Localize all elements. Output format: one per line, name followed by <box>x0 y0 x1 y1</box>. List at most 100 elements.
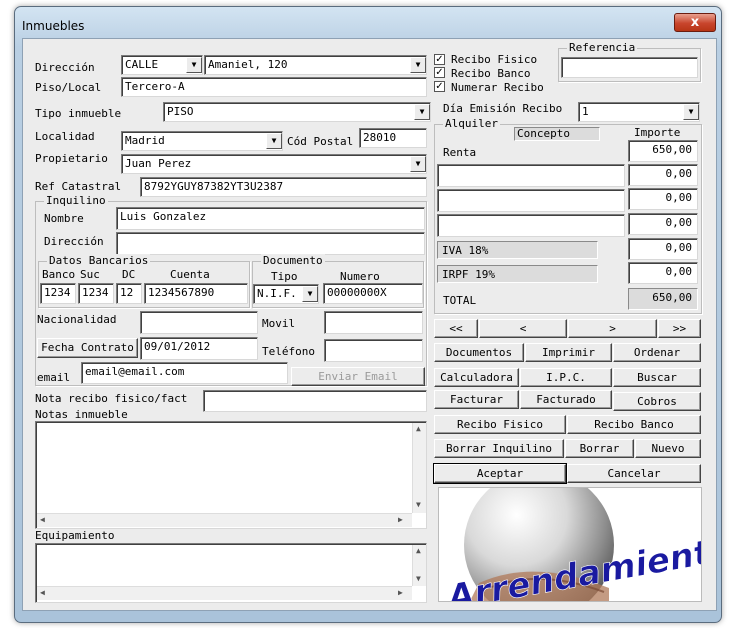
borrar-inquilino-button[interactable]: Borrar Inquilino <box>434 439 564 458</box>
banco-input[interactable]: 1234 <box>40 283 76 304</box>
recibo-fisico-button[interactable]: Recibo Fisico <box>434 415 566 434</box>
tipo-inmueble-label: Tipo inmueble <box>35 107 122 120</box>
direccion-select[interactable]: Amaniel, 120 <box>204 55 427 75</box>
importe-row-1[interactable]: 650,00 <box>628 140 698 162</box>
propietario-dropdown-arrow[interactable]: ▼ <box>410 156 426 172</box>
next-record-button[interactable]: > <box>568 319 657 338</box>
dc-input[interactable]: 12 <box>116 283 142 304</box>
piso-local-label: Piso/Local <box>35 81 102 94</box>
tipo-inmueble-dropdown-arrow[interactable]: ▼ <box>414 104 430 120</box>
cuenta-input[interactable]: 1234567890 <box>144 283 248 304</box>
nacionalidad-label: Nacionalidad <box>37 313 117 326</box>
ipc-button[interactable]: I.P.C. <box>520 368 612 387</box>
concepto-row-2[interactable] <box>437 164 625 187</box>
first-record-button[interactable]: << <box>434 319 478 338</box>
scroll-right-icon[interactable]: ▶ <box>398 515 403 524</box>
nacionalidad-input[interactable] <box>140 311 258 334</box>
cod-postal-input[interactable]: 28010 <box>359 128 427 148</box>
total-label: TOTAL <box>443 294 477 307</box>
doc-numero-input[interactable]: 00000000X <box>323 283 423 304</box>
ordenar-button[interactable]: Ordenar <box>613 343 701 362</box>
cod-postal-label: Cód Postal <box>287 135 354 148</box>
nota-recibo-label: Nota recibo fisico/fact <box>35 392 188 405</box>
referencia-input[interactable] <box>561 57 698 78</box>
scroll-left-icon[interactable]: ◀ <box>40 588 45 597</box>
localidad-label: Localidad <box>35 130 95 143</box>
sucursal-input[interactable]: 1234 <box>78 283 114 304</box>
window-title: Inmuebles <box>22 19 85 33</box>
nombre-input[interactable]: Luis Gonzalez <box>116 207 425 230</box>
movil-label: Movil <box>262 317 296 330</box>
telefono-input[interactable] <box>324 339 423 362</box>
facturado-button[interactable]: Facturado <box>520 390 612 409</box>
imprimir-button[interactable]: Imprimir <box>525 343 612 362</box>
enviar-email-button[interactable]: Enviar Email <box>291 367 425 386</box>
equipamiento-label: Equipamiento <box>35 529 115 542</box>
dia-emision-dropdown-arrow[interactable]: ▼ <box>683 104 699 120</box>
aceptar-button[interactable]: Aceptar <box>433 463 567 484</box>
doc-tipo-dropdown-arrow[interactable]: ▼ <box>302 286 318 302</box>
arrendamientos-logo: Arrendamientos.es <box>438 487 702 602</box>
telefono-label: Teléfono <box>262 345 315 358</box>
cancelar-button[interactable]: Cancelar <box>567 464 701 483</box>
email-label: email <box>37 371 71 384</box>
fecha-contrato-button[interactable]: Fecha Contrato <box>37 338 138 358</box>
scroll-left-icon[interactable]: ◀ <box>40 515 45 524</box>
previous-record-button[interactable]: < <box>479 319 567 338</box>
movil-input[interactable] <box>324 311 423 334</box>
scroll-right-icon[interactable]: ▶ <box>398 588 403 597</box>
numerar-recibo-checkbox[interactable]: ✓ <box>434 81 445 92</box>
ref-catastral-label: Ref Catastral <box>35 180 122 193</box>
iva-importe[interactable]: 0,00 <box>628 238 698 260</box>
importe-row-2[interactable]: 0,00 <box>628 164 698 186</box>
email-input[interactable]: email@email.com <box>81 362 288 384</box>
direccion-dropdown-arrow[interactable]: ▼ <box>410 57 426 73</box>
close-button[interactable]: x <box>674 13 716 32</box>
last-record-button[interactable]: >> <box>658 319 701 338</box>
importe-row-4[interactable]: 0,00 <box>628 213 698 235</box>
propietario-label: Propietario <box>35 152 108 165</box>
alquiler-caption: Alquiler <box>443 117 500 130</box>
ref-catastral-input[interactable]: 8792YGUY87382YT3U2387 <box>140 177 427 197</box>
dc-label: DC <box>122 268 136 281</box>
irpf-importe[interactable]: 0,00 <box>628 262 698 284</box>
propietario-select[interactable]: Juan Perez <box>121 154 427 174</box>
dia-emision-select[interactable]: 1 <box>578 102 700 122</box>
notas-horizontal-scrollbar[interactable] <box>37 513 412 527</box>
documentos-button[interactable]: Documentos <box>434 343 524 362</box>
concepto-row-1: Renta <box>443 146 477 159</box>
fecha-contrato-input[interactable]: 09/01/2012 <box>140 337 258 360</box>
nuevo-button[interactable]: Nuevo <box>635 439 701 458</box>
piso-local-input[interactable]: Tercero-A <box>121 77 427 97</box>
concepto-row-3[interactable] <box>437 189 625 212</box>
recibo-banco-checkbox[interactable]: ✓ <box>434 67 445 78</box>
scroll-up-icon[interactable]: ▲ <box>416 546 421 555</box>
localidad-select[interactable]: Madrid <box>121 131 283 151</box>
scroll-up-icon[interactable]: ▲ <box>416 424 421 433</box>
doc-numero-label: Numero <box>340 270 380 283</box>
borrar-button[interactable]: Borrar <box>565 439 634 458</box>
direccion-inquilino-input[interactable] <box>116 232 425 255</box>
direccion-label: Dirección <box>35 61 95 74</box>
calculadora-button[interactable]: Calculadora <box>434 368 519 387</box>
localidad-dropdown-arrow[interactable]: ▼ <box>266 133 282 149</box>
nota-recibo-input[interactable] <box>203 390 427 412</box>
equipamiento-horizontal-scrollbar[interactable] <box>37 586 412 600</box>
importe-row-3[interactable]: 0,00 <box>628 188 698 210</box>
direccion-inquilino-label: Dirección <box>44 235 104 248</box>
scroll-down-icon[interactable]: ▼ <box>416 574 421 583</box>
scroll-down-icon[interactable]: ▼ <box>416 500 421 509</box>
inquilino-caption: Inquilino <box>44 194 108 207</box>
notas-inmueble-label: Notas inmueble <box>35 408 128 421</box>
buscar-button[interactable]: Buscar <box>613 368 701 387</box>
tipo-inmueble-select[interactable]: PISO <box>163 102 431 122</box>
facturar-button[interactable]: Facturar <box>434 390 519 409</box>
cobros-button[interactable]: Cobros <box>613 392 701 411</box>
nombre-label: Nombre <box>44 212 84 225</box>
cuenta-label: Cuenta <box>170 268 210 281</box>
recibo-fisico-checkbox[interactable]: ✓ <box>434 54 445 65</box>
recibo-banco-button[interactable]: Recibo Banco <box>567 415 701 434</box>
via-type-dropdown-arrow[interactable]: ▼ <box>186 57 202 73</box>
total-value: 650,00 <box>628 288 698 310</box>
concepto-row-4[interactable] <box>437 214 625 237</box>
